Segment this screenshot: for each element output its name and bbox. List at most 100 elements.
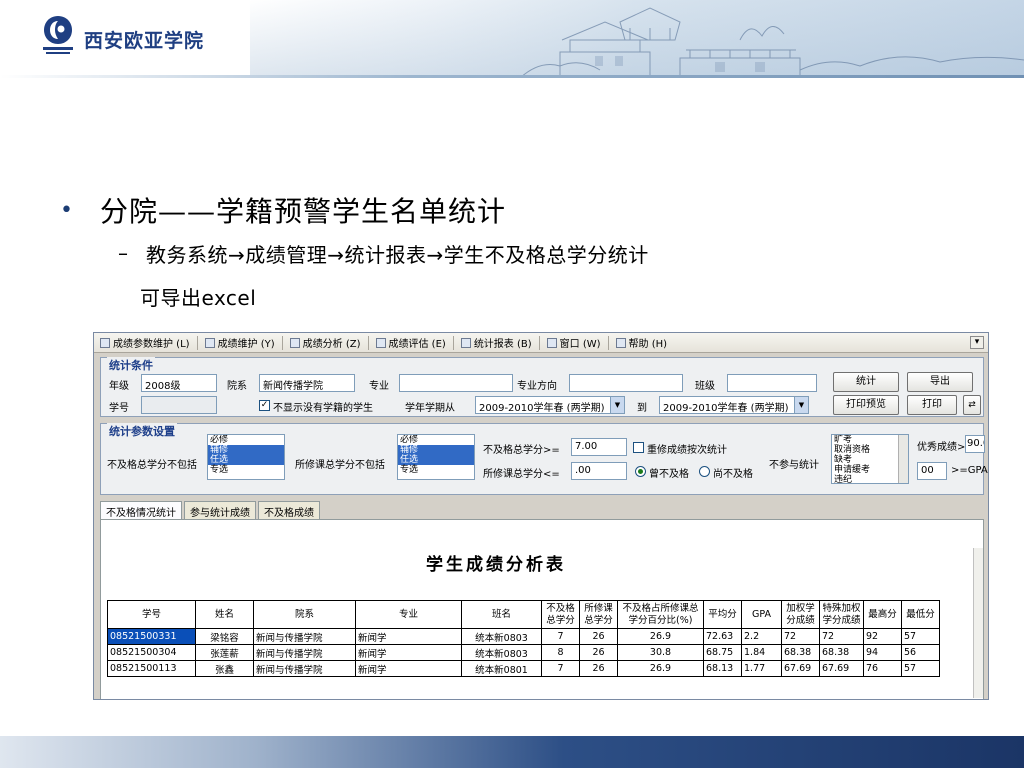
col-header-min[interactable]: 最低分 — [901, 600, 940, 629]
cell-taken-credit: 26 — [579, 644, 618, 661]
listbox-item-elective[interactable]: 任选 — [398, 455, 474, 465]
cell-student-id[interactable]: 08521500113 — [107, 660, 196, 677]
col-header-weighted[interactable]: 加权学分成绩 — [781, 600, 820, 629]
listbox-item-major-elective[interactable]: 专选 — [398, 465, 474, 475]
result-tabs: 不及格情况统计 参与统计成绩 不及格成绩 — [100, 501, 322, 520]
export-button[interactable]: 导出 — [907, 372, 973, 392]
hide-no-status-checkbox[interactable]: ✓ — [259, 400, 270, 411]
taken-exclude-listbox[interactable]: 必修 辅修 任选 专选 — [397, 434, 475, 480]
menu-stat-report[interactable]: 统计报表 (B) — [455, 334, 538, 352]
listbox-item-minor[interactable]: 辅修 — [398, 445, 474, 455]
tab-failed-grades[interactable]: 不及格成绩 — [258, 501, 320, 519]
col-header-special-weighted[interactable]: 特殊加权学分成绩 — [819, 600, 864, 629]
col-header-dept[interactable]: 院系 — [253, 600, 356, 629]
radio-ever-failed-label: 曾不及格 — [649, 469, 689, 480]
menu-label: 成绩维护 (Y) — [217, 339, 275, 350]
direction-input[interactable] — [569, 374, 683, 392]
col-header-gpa[interactable]: GPA — [741, 600, 782, 629]
help-icon — [615, 337, 626, 348]
menu-window[interactable]: 窗口 (W) — [541, 334, 607, 352]
table-row[interactable]: 08521500331 梁铭容 新闻与传播学院 新闻学 统本新0803 7 26… — [107, 628, 940, 645]
params-group: 统计参数设置 不及格总学分不包括 必修 辅修 任选 专选 所修课总学分不包括 必… — [100, 423, 988, 495]
banner-divider — [0, 75, 1024, 78]
excellent-input[interactable]: 90.0 — [965, 435, 985, 453]
col-header-fail-credit[interactable]: 不及格总学分 — [541, 600, 580, 629]
report-panel: 学生成绩分析表 学号 姓名 院系 专业 班名 不及格总学分 所修课总学分 不及格… — [100, 519, 984, 699]
print-button[interactable]: 打印 — [907, 395, 957, 415]
cell-avg: 72.63 — [703, 628, 742, 645]
radio-still-failed[interactable] — [699, 466, 710, 477]
listbox-item-disqualified[interactable]: 取消资格 — [832, 445, 898, 455]
cell-name: 张鑫 — [195, 660, 254, 677]
listbox-item-missed[interactable]: 缺考 — [832, 455, 898, 465]
report-scrollbar[interactable] — [973, 548, 983, 698]
cell-taken-credit: 26 — [579, 660, 618, 677]
menu-grade-maintain[interactable]: 成绩维护 (Y) — [199, 334, 281, 352]
radio-still-failed-label: 尚不及格 — [713, 469, 753, 480]
grade-input[interactable]: 2008级 — [141, 374, 217, 392]
stat-button[interactable]: 统计 — [833, 372, 899, 392]
cell-student-id[interactable]: 08521500304 — [107, 644, 196, 661]
term-to-select[interactable]: 2009-2010学年春 (两学期) ▼ — [659, 396, 809, 414]
listbox-item-required[interactable]: 必修 — [208, 435, 284, 445]
class-input[interactable] — [727, 374, 817, 392]
listbox-item-required[interactable]: 必修 — [398, 435, 474, 445]
listbox-item-deferred[interactable]: 申请缓考 — [832, 465, 898, 475]
term-from-label: 学年学期从 — [405, 403, 455, 414]
listbox-scrollbar[interactable] — [898, 435, 908, 483]
col-header-fail-percent[interactable]: 不及格占所修课总学分百分比(%) — [617, 600, 704, 629]
fail-exclude-listbox[interactable]: 必修 辅修 任选 专选 — [207, 434, 285, 480]
listbox-item-elective[interactable]: 任选 — [208, 455, 284, 465]
export-note: 可导出excel — [140, 286, 257, 310]
cell-avg: 68.75 — [703, 644, 742, 661]
swap-button[interactable]: ⇄ — [963, 395, 981, 415]
col-header-student-id[interactable]: 学号 — [107, 600, 196, 629]
menu-grade-assess[interactable]: 成绩评估 (E) — [370, 334, 452, 352]
radio-ever-failed[interactable] — [635, 466, 646, 477]
student-id-input[interactable] — [141, 396, 217, 414]
menu-help[interactable]: 帮助 (H) — [610, 334, 674, 352]
cell-name: 梁铭容 — [195, 628, 254, 645]
conditions-title: 统计条件 — [107, 357, 155, 373]
taken-credit-label: 所修课总学分<= — [483, 469, 560, 480]
major-input[interactable] — [399, 374, 513, 392]
cell-class: 统本新0801 — [461, 660, 542, 677]
gpa-input[interactable]: 00 — [917, 462, 947, 480]
listbox-item-violation[interactable]: 违纪 — [832, 475, 898, 483]
hide-no-status-label: 不显示没有学籍的学生 — [273, 403, 373, 414]
col-header-name[interactable]: 姓名 — [195, 600, 254, 629]
menu-grade-params[interactable]: 成绩参数维护 (L) — [94, 334, 196, 352]
col-header-taken-credit[interactable]: 所修课总学分 — [579, 600, 618, 629]
table-row[interactable]: 08521500304 张莲薪 新闻与传播学院 新闻学 统本新0803 8 26… — [107, 644, 940, 661]
col-header-max[interactable]: 最高分 — [863, 600, 902, 629]
exclude-stats-listbox[interactable]: 旷考 取消资格 缺考 申请缓考 违纪 — [831, 434, 909, 484]
taken-credit-input[interactable]: .00 — [571, 462, 627, 480]
chevron-down-icon[interactable]: ▼ — [610, 397, 624, 413]
window-icon — [546, 337, 557, 348]
tab-fail-summary[interactable]: 不及格情况统计 — [100, 501, 182, 520]
dept-input[interactable]: 新闻传播学院 — [259, 374, 355, 392]
menu-label: 统计报表 (B) — [473, 339, 532, 350]
print-preview-button[interactable]: 打印预览 — [833, 395, 899, 415]
cell-fail-credit: 8 — [541, 644, 580, 661]
retake-checkbox[interactable] — [633, 442, 644, 453]
fail-credit-input[interactable]: 7.00 — [571, 438, 627, 456]
cell-weighted: 67.69 — [781, 660, 820, 677]
cell-taken-credit: 26 — [579, 628, 618, 645]
listbox-item-major-elective[interactable]: 专选 — [208, 465, 284, 475]
term-from-select[interactable]: 2009-2010学年春 (两学期) ▼ — [475, 396, 625, 414]
listbox-item-absent[interactable]: 旷考 — [832, 435, 898, 445]
report-title: 学生成绩分析表 — [426, 555, 566, 575]
menu-bar: 成绩参数维护 (L) 成绩维护 (Y) 成绩分析 (Z) 成绩评估 (E) 统计… — [94, 333, 988, 353]
score-table: 学号 姓名 院系 专业 班名 不及格总学分 所修课总学分 不及格占所修课总学分百… — [107, 600, 940, 677]
tab-included-grades[interactable]: 参与统计成绩 — [184, 501, 256, 519]
listbox-item-minor[interactable]: 辅修 — [208, 445, 284, 455]
col-header-major[interactable]: 专业 — [355, 600, 462, 629]
menu-grade-analysis[interactable]: 成绩分析 (Z) — [284, 334, 367, 352]
table-row[interactable]: 08521500113 张鑫 新闻与传播学院 新闻学 统本新0801 7 26 … — [107, 660, 940, 677]
window-menu-button[interactable]: ▾ — [970, 336, 984, 349]
cell-student-id[interactable]: 08521500331 — [107, 628, 196, 645]
col-header-class[interactable]: 班名 — [461, 600, 542, 629]
col-header-avg[interactable]: 平均分 — [703, 600, 742, 629]
chevron-down-icon[interactable]: ▼ — [794, 397, 808, 413]
